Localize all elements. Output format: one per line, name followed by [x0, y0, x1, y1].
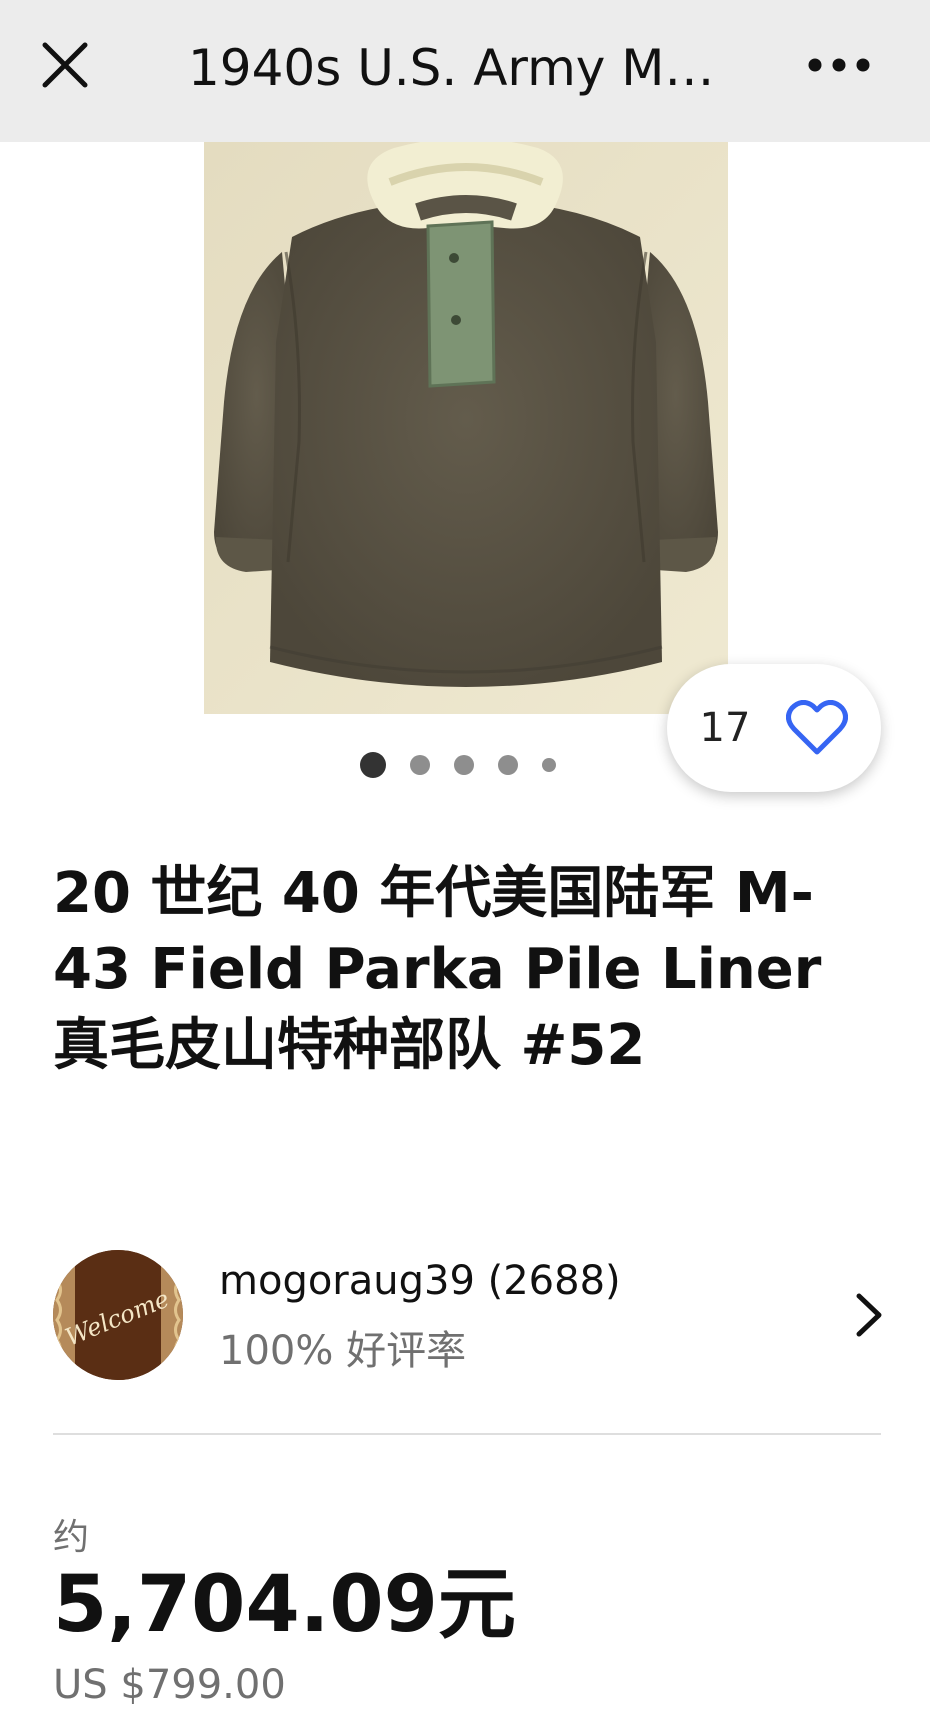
parka-image	[204, 142, 728, 714]
avatar-image: Welcome	[53, 1250, 183, 1380]
carousel-dot-5[interactable]	[542, 758, 556, 772]
close-button[interactable]	[30, 30, 100, 100]
heart-icon	[786, 700, 849, 755]
listing-title: 20 世纪 40 年代美国陆军 M-43 Field Parka Pile Li…	[53, 861, 822, 1078]
more-options-icon	[808, 58, 870, 72]
carousel-dot-2[interactable]	[410, 755, 430, 775]
carousel-dot-1[interactable]	[360, 752, 386, 778]
carousel-dots	[360, 750, 580, 780]
image-gallery[interactable]	[0, 142, 930, 714]
page-title: 1940s U.S. Army M…	[188, 39, 715, 97]
top-bar: 1940s U.S. Army M…	[0, 0, 930, 142]
more-options-button[interactable]	[794, 30, 884, 100]
product-photo[interactable]	[204, 142, 728, 714]
seller-feedback: 100% 好评率	[219, 1328, 467, 1374]
usd-price: US $799.00	[53, 1662, 286, 1708]
divider	[53, 1433, 881, 1435]
chevron-right-icon[interactable]	[849, 1290, 889, 1340]
watch-button[interactable]: 17	[667, 664, 881, 792]
listing-page: 1940s U.S. Army M… 17 20 世纪 40 年代美国陆军 M-…	[0, 0, 930, 1722]
close-icon	[42, 42, 88, 88]
seller-row[interactable]: Welcome mogoraug39 (2688) 100% 好评率	[53, 1250, 893, 1380]
seller-name[interactable]: mogoraug39 (2688)	[219, 1258, 621, 1304]
seller-avatar[interactable]: Welcome	[53, 1250, 183, 1380]
local-price: 5,704.09元	[53, 1560, 516, 1650]
carousel-dot-3[interactable]	[454, 755, 474, 775]
approx-label: 约	[53, 1517, 90, 1558]
watch-count: 17	[699, 705, 751, 751]
carousel-dot-4[interactable]	[498, 755, 518, 775]
